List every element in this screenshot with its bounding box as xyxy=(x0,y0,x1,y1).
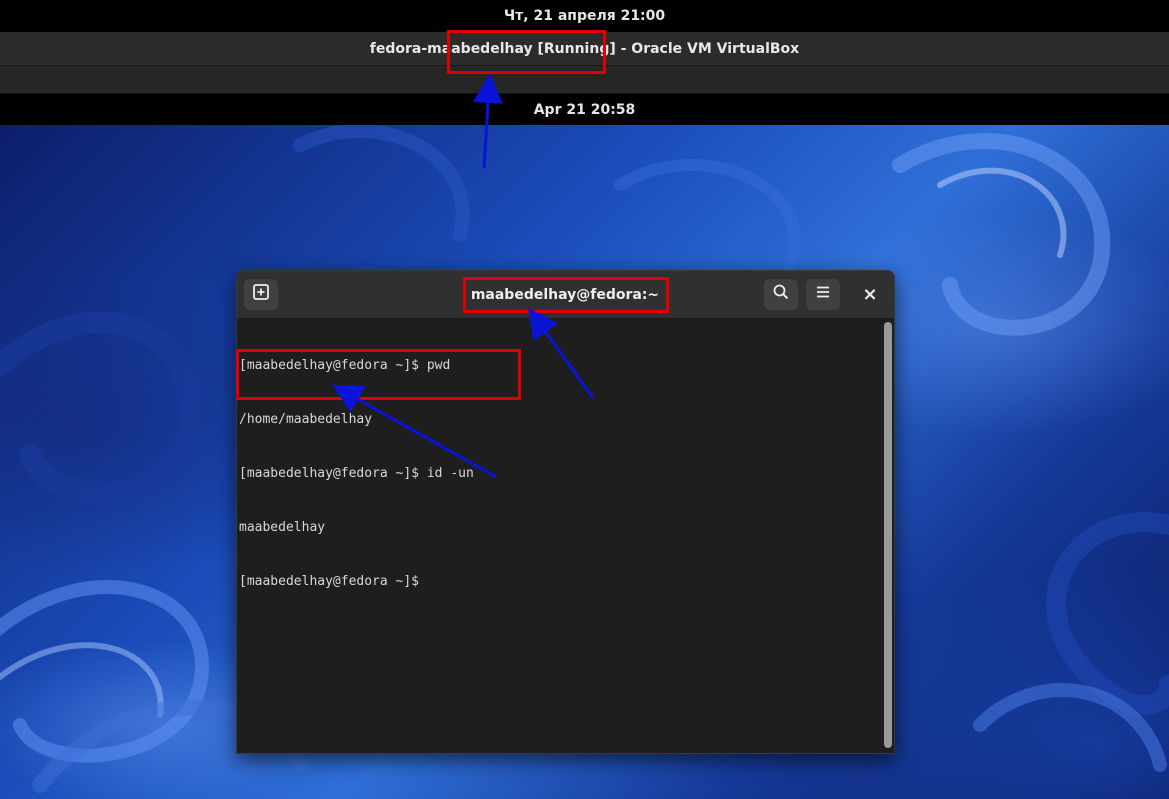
hamburger-menu-icon xyxy=(814,283,832,306)
terminal-scrollbar[interactable] xyxy=(884,322,892,748)
close-button[interactable]: × xyxy=(853,279,887,310)
guest-top-bar: Apr 21 20:58 xyxy=(0,94,1169,125)
host-clock[interactable]: Чт, 21 апреля 21:00 xyxy=(504,8,665,24)
terminal-line: [maabedelhay@fedora ~]$ id -un xyxy=(239,466,474,481)
terminal-line: maabedelhay xyxy=(239,520,326,535)
virtualbox-menu-bar xyxy=(0,66,1169,94)
guest-clock[interactable]: Apr 21 20:58 xyxy=(534,102,636,118)
search-icon xyxy=(772,283,790,306)
virtualbox-window-title: fedora-maabedelhay [Running] - Oracle VM… xyxy=(369,40,800,57)
menu-button[interactable] xyxy=(806,279,840,310)
virtualbox-title-bar: fedora-maabedelhay [Running] - Oracle VM… xyxy=(0,32,1169,66)
host-top-bar: Чт, 21 апреля 21:00 xyxy=(0,0,1169,32)
terminal-header-bar[interactable]: maabedelhay@fedora:~ × xyxy=(237,271,894,319)
scrollbar-thumb[interactable] xyxy=(884,322,892,748)
new-tab-button[interactable] xyxy=(244,279,278,310)
terminal-window[interactable]: maabedelhay@fedora:~ × [maabedelhay@fedo… xyxy=(236,270,895,754)
close-icon: × xyxy=(862,284,878,305)
search-button[interactable] xyxy=(764,279,798,310)
terminal-line: /home/maabedelhay xyxy=(239,412,373,427)
terminal-line: [maabedelhay@fedora ~]$ pwd xyxy=(239,358,451,373)
terminal-output[interactable]: [maabedelhay@fedora ~]$ pwd /home/maabed… xyxy=(237,319,882,753)
terminal-title: maabedelhay@fedora:~ xyxy=(470,286,660,303)
tab-new-icon xyxy=(252,283,270,306)
terminal-prompt-line[interactable]: [maabedelhay@fedora ~]$ xyxy=(239,573,882,591)
